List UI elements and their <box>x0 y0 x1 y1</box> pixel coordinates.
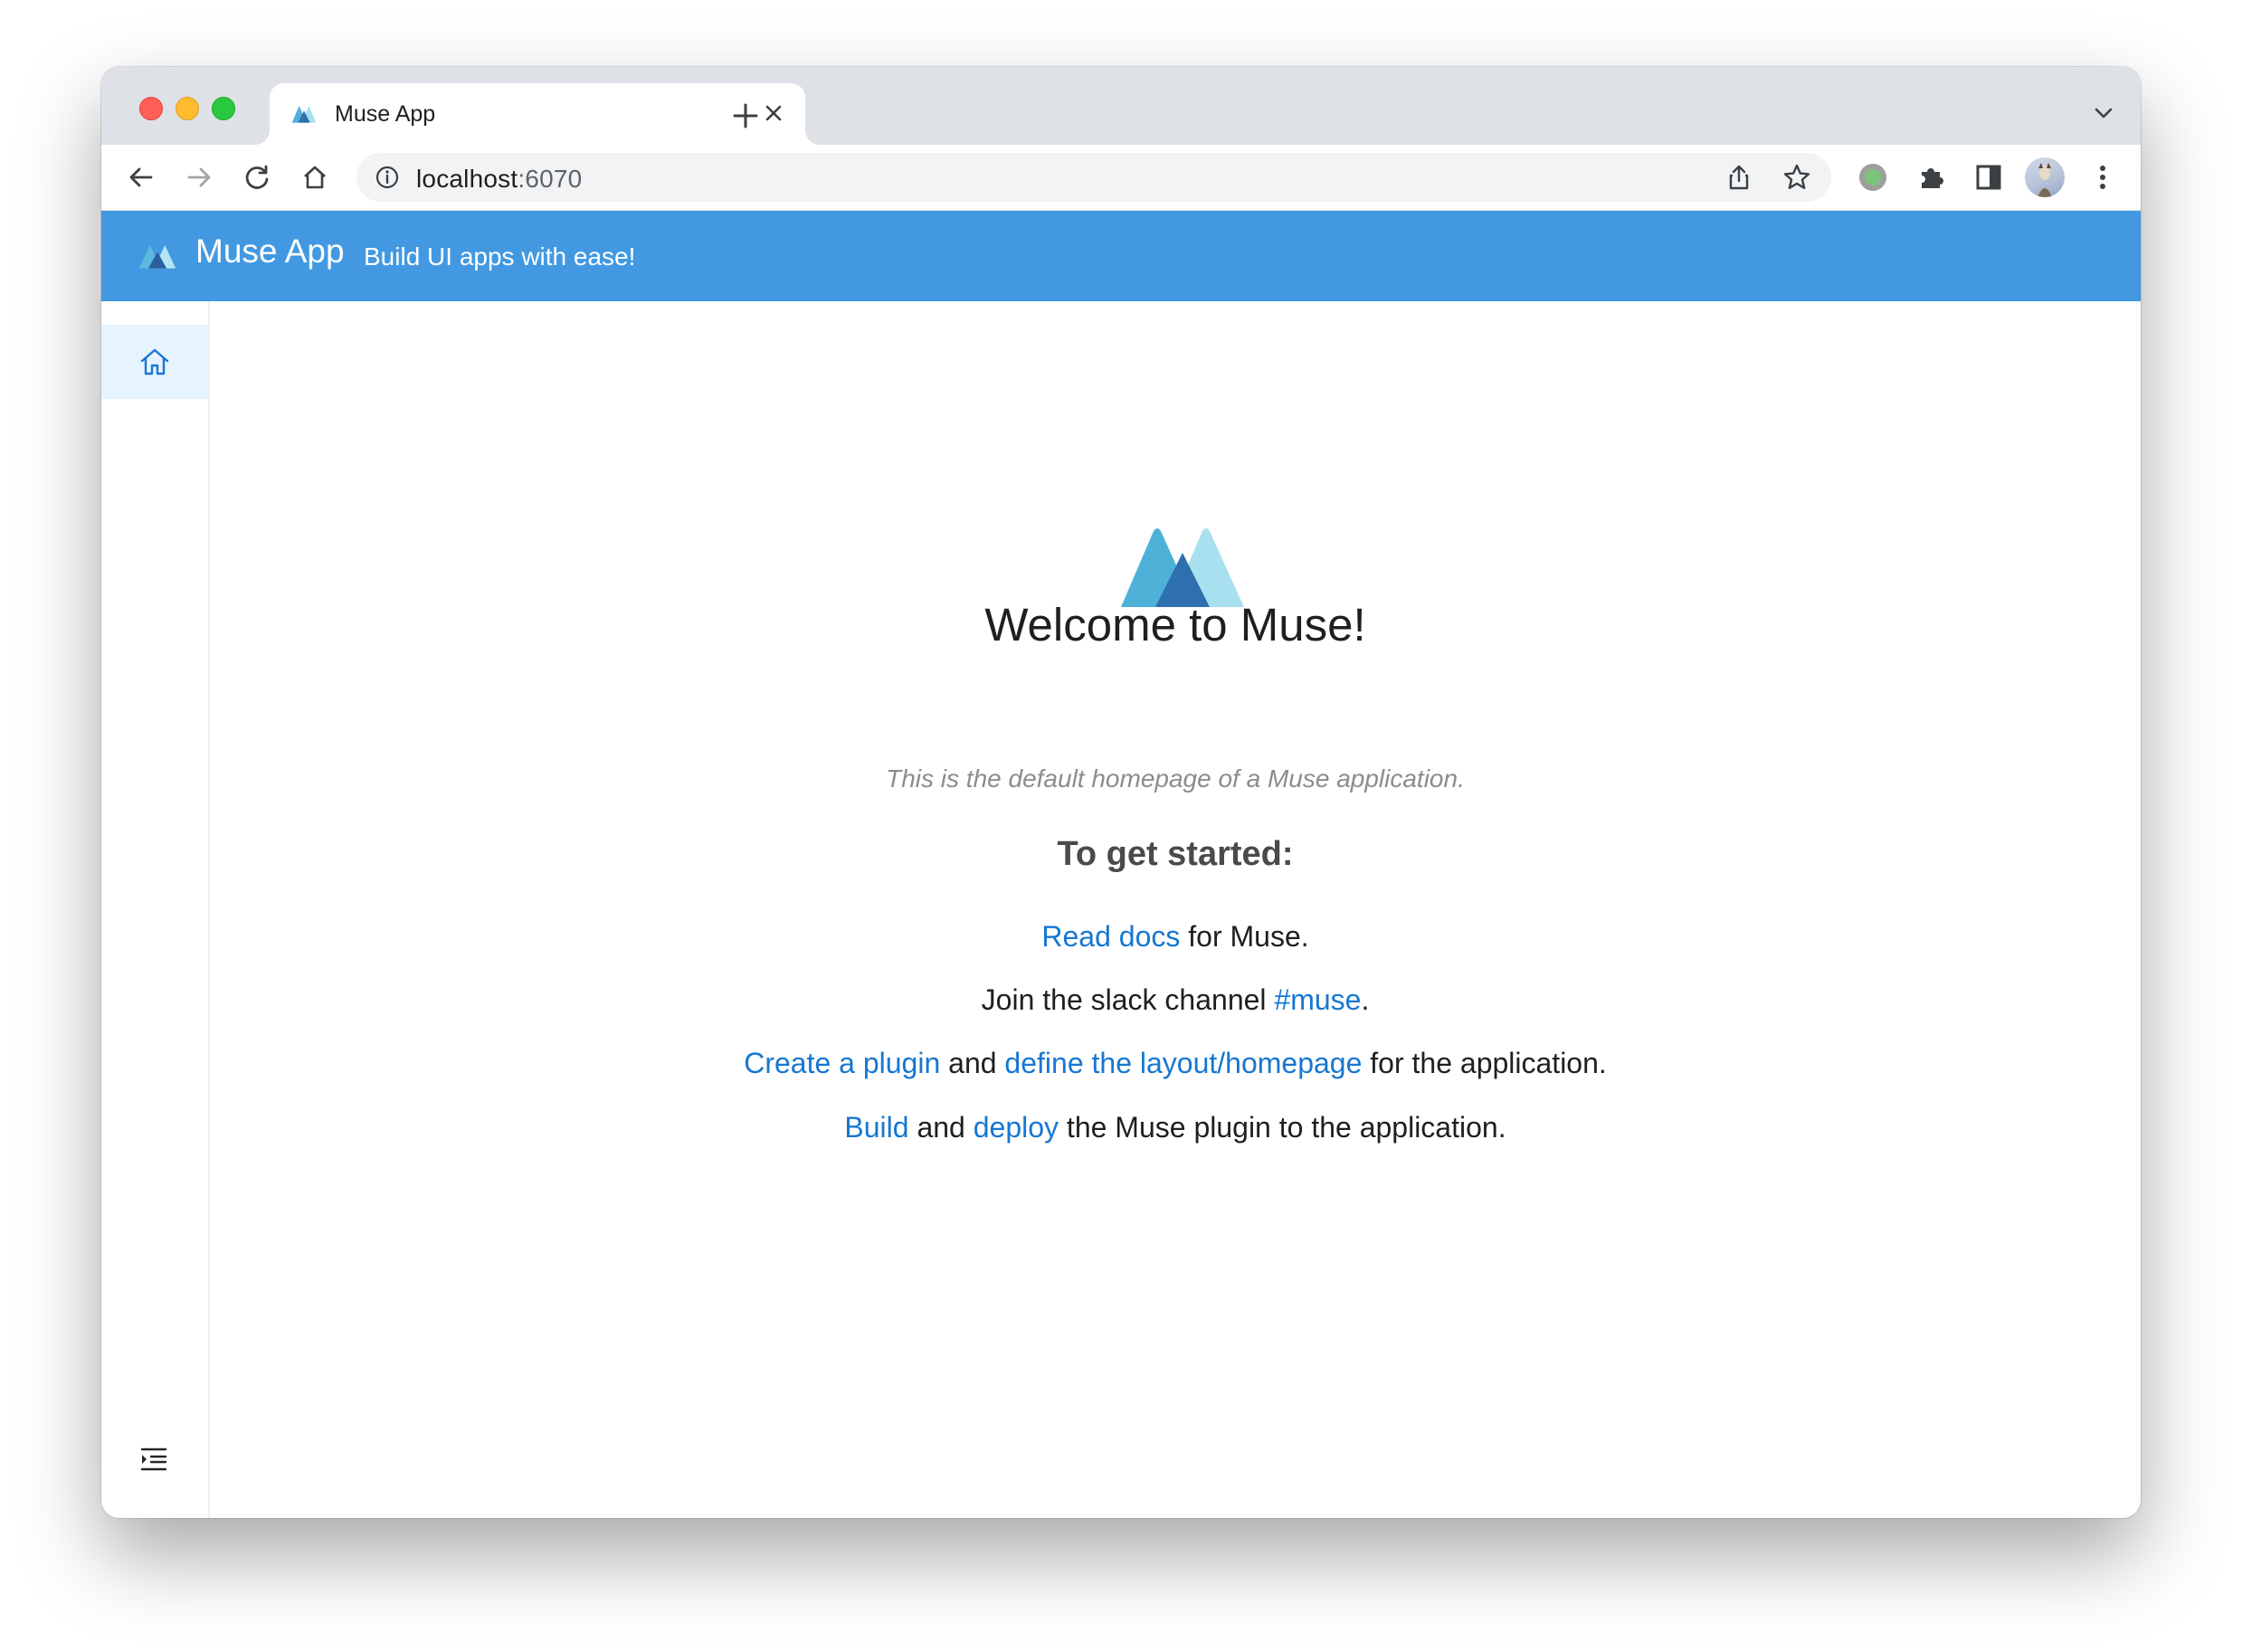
browser-menu-icon[interactable] <box>2085 159 2121 195</box>
instruction-create-plugin: Create a plugin and define the layout/ho… <box>210 1047 2141 1080</box>
reload-icon[interactable] <box>239 159 275 195</box>
read-docs-link[interactable]: Read docs <box>1041 920 1180 953</box>
homepage-tagline: This is the default homepage of a Muse a… <box>886 764 1465 793</box>
define-layout-link[interactable]: define the layout/homepage <box>1004 1047 1362 1079</box>
muse-favicon-icon <box>291 106 317 123</box>
main-content: Welcome to Muse! This is the default hom… <box>210 301 2141 1518</box>
instruction-read-docs: Read docs for Muse. <box>210 920 2141 954</box>
muse-logo-icon[interactable] <box>138 240 177 271</box>
instruction-text: for Muse. <box>1180 920 1309 953</box>
extension-circle-icon[interactable] <box>1855 159 1891 195</box>
minimize-window-button[interactable] <box>176 97 199 120</box>
welcome-heading: Welcome to Muse! <box>984 599 1366 650</box>
browser-window: Muse App localhost:6070 Muse App Build U… <box>101 67 2141 1518</box>
app-header: Muse App Build UI apps with ease! <box>101 211 2141 301</box>
deploy-link[interactable]: deploy <box>974 1111 1059 1144</box>
app-title[interactable]: Muse App <box>195 233 345 271</box>
home-icon[interactable] <box>297 159 333 195</box>
instruction-text: for the application. <box>1362 1047 1607 1079</box>
app-subtitle: Build UI apps with ease! <box>364 242 636 271</box>
create-plugin-link[interactable]: Create a plugin <box>744 1047 940 1079</box>
zoom-window-button[interactable] <box>212 97 235 120</box>
home-icon <box>140 348 169 375</box>
share-icon[interactable] <box>1724 163 1753 192</box>
instruction-text: Join the slack channel <box>981 983 1275 1016</box>
url-host: localhost <box>416 165 518 193</box>
chevron-down-icon[interactable] <box>2090 100 2117 127</box>
back-icon[interactable] <box>123 159 159 195</box>
extensions-puzzle-icon[interactable] <box>1913 159 1949 195</box>
tab-muse-app[interactable]: Muse App <box>270 83 805 145</box>
instruction-text: and <box>940 1047 1005 1079</box>
instruction-build-deploy: Build and deploy the Muse plugin to the … <box>210 1111 2141 1144</box>
slack-channel-link[interactable]: #muse <box>1274 983 1361 1016</box>
instruction-text: . <box>1361 983 1370 1016</box>
instruction-slack: Join the slack channel #muse. <box>210 983 2141 1017</box>
close-window-button[interactable] <box>139 97 163 120</box>
site-info-icon[interactable] <box>375 165 400 190</box>
instruction-text: the Muse plugin to the application. <box>1059 1111 1506 1144</box>
new-tab-icon[interactable] <box>729 100 762 132</box>
bookmark-star-icon[interactable] <box>1782 163 1811 192</box>
side-panel-icon[interactable] <box>1971 159 2007 195</box>
sidebar <box>101 301 210 1518</box>
build-link[interactable]: Build <box>844 1111 908 1144</box>
instruction-text: and <box>908 1111 974 1144</box>
tab-title: Muse App <box>335 101 436 127</box>
url-port: :6070 <box>518 165 583 193</box>
address-bar[interactable]: localhost:6070 <box>356 153 1831 202</box>
get-started-heading: To get started: <box>1057 835 1294 873</box>
url-text[interactable]: localhost:6070 <box>416 165 582 194</box>
sidebar-item-home[interactable] <box>101 325 208 399</box>
browser-toolbar: localhost:6070 <box>101 145 2141 211</box>
forward-icon[interactable] <box>181 159 217 195</box>
tab-close-icon[interactable] <box>760 100 787 127</box>
profile-avatar[interactable] <box>2025 157 2065 197</box>
tab-strip: Muse App <box>101 67 2141 145</box>
muse-hero-logo-icon <box>1121 528 1244 607</box>
menu-unfold-icon[interactable] <box>138 1443 170 1476</box>
